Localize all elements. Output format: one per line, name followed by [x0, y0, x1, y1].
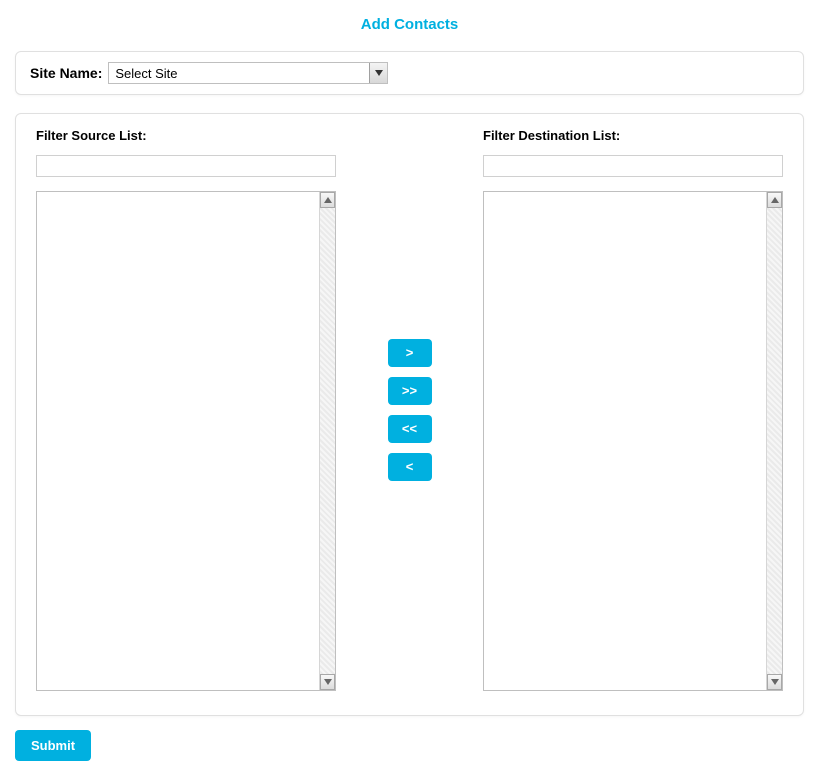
submit-button[interactable]: Submit — [15, 730, 91, 761]
move-right-button[interactable]: > — [388, 339, 432, 367]
transfer-buttons: > >> << < — [336, 128, 483, 691]
move-all-right-button[interactable]: >> — [388, 377, 432, 405]
destination-label: Filter Destination List: — [483, 128, 783, 143]
site-panel: Site Name: Select Site — [15, 51, 804, 95]
destination-column: Filter Destination List: — [483, 128, 783, 691]
scroll-down-icon[interactable] — [767, 674, 782, 690]
move-left-button[interactable]: < — [388, 453, 432, 481]
source-scrollbar[interactable] — [319, 192, 335, 690]
source-listbox[interactable] — [36, 191, 336, 691]
scroll-up-icon[interactable] — [767, 192, 782, 208]
site-name-select-value: Select Site — [109, 66, 369, 81]
source-column: Filter Source List: — [36, 128, 336, 691]
scroll-up-icon[interactable] — [320, 192, 335, 208]
source-filter-input[interactable] — [36, 155, 336, 177]
page-title: Add Contacts — [15, 16, 804, 33]
destination-scrollbar[interactable] — [766, 192, 782, 690]
move-all-left-button[interactable]: << — [388, 415, 432, 443]
site-name-select[interactable]: Select Site — [108, 62, 388, 84]
dropdown-arrow-icon — [369, 63, 387, 83]
scroll-down-icon[interactable] — [320, 674, 335, 690]
source-label: Filter Source List: — [36, 128, 336, 143]
destination-filter-input[interactable] — [483, 155, 783, 177]
dual-list-panel: Filter Source List: > >> << < Filter Des… — [15, 113, 804, 716]
destination-listbox[interactable] — [483, 191, 783, 691]
site-name-label: Site Name: — [30, 65, 102, 81]
